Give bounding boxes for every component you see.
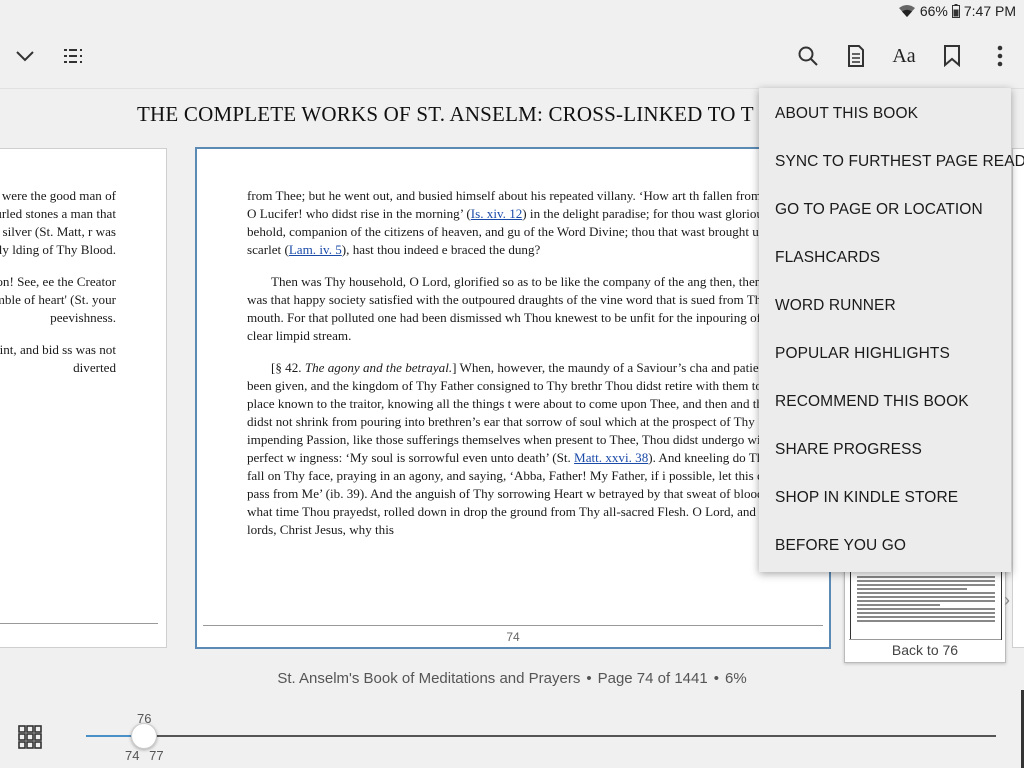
menu-item-go-to-page[interactable]: GO TO PAGE OR LOCATION <box>775 201 983 219</box>
bookmark-icon[interactable] <box>938 42 966 70</box>
paragraph-1: from Thee; but he went out, and busied h… <box>247 187 807 259</box>
previous-page-paragraph: an of God, why sigh r what insults were … <box>0 188 116 257</box>
status-right: 66% 7:47 PM <box>898 3 1016 19</box>
back-to-page-label: Back to 76 <box>845 640 1005 658</box>
font-label: Aa <box>892 44 916 67</box>
chevron-down-icon[interactable] <box>11 42 39 70</box>
page-slider-handle[interactable] <box>131 723 157 749</box>
current-page-text: from Thee; but he went out, and busied h… <box>247 187 807 553</box>
battery-icon <box>951 4 960 18</box>
back-to-page-thumbnail[interactable]: Back to 76 <box>844 560 1006 663</box>
toc-icon[interactable] <box>59 42 87 70</box>
previous-page-paragraph: ing openly to detect a kind hint, and bi… <box>0 342 116 375</box>
previous-page[interactable]: an of God, why sigh r what insults were … <box>0 148 167 648</box>
paragraph-3: [§ 42. The agony and the betrayal.] When… <box>247 359 807 539</box>
thumbnail-text-lines <box>857 576 995 624</box>
slider-left-label: 74 <box>125 748 140 763</box>
scripture-link[interactable]: Matt. xxvi. 38 <box>574 450 648 465</box>
page-info: Page 74 of 1441 <box>597 670 708 687</box>
menu-item-shop-kindle-store[interactable]: SHOP IN KINDLE STORE <box>775 489 958 507</box>
slider-range-label: 74 77 <box>125 748 164 763</box>
percent-read: 6% <box>724 670 747 687</box>
text-run: ), hast thou indeed e braced the dung? <box>341 242 541 257</box>
menu-item-before-you-go[interactable]: BEFORE YOU GO <box>775 537 906 555</box>
battery-percent: 66% <box>919 3 948 19</box>
menu-item-popular-highlights[interactable]: POPULAR HIGHLIGHTS <box>775 345 950 363</box>
status-bar: 66% 7:47 PM <box>0 0 1024 24</box>
wifi-icon <box>898 5 915 17</box>
text-run: [§ 42. <box>271 360 305 375</box>
chevron-right-icon: › <box>1004 590 1010 610</box>
next-page[interactable] <box>1012 148 1024 648</box>
search-icon[interactable] <box>794 42 822 70</box>
clock: 7:47 PM <box>963 3 1016 19</box>
menu-item-share-progress[interactable]: SHARE PROGRESS <box>775 441 922 459</box>
book-name: St. Anselm's Book of Meditations and Pra… <box>277 670 581 687</box>
previous-page-paragraph: onceit still lifts you moderately on! Se… <box>0 274 116 325</box>
menu-item-sync-furthest-page[interactable]: SYNC TO FURTHEST PAGE READ <box>775 153 1024 171</box>
paragraph-2: Then was Thy household, O Lord, glorifie… <box>247 274 796 343</box>
separator-dot: • <box>586 670 592 687</box>
page-footer-rule <box>0 623 158 624</box>
more-vert-icon[interactable] <box>986 42 1014 70</box>
menu-item-recommend-this-book[interactable]: RECOMMEND THIS BOOK <box>775 393 969 411</box>
notes-icon[interactable] <box>842 42 870 70</box>
section-heading: The agony and the betrayal. <box>304 360 453 375</box>
scripture-link[interactable]: Lam. iv. 5 <box>289 242 342 257</box>
font-icon[interactable]: Aa <box>890 42 918 70</box>
separator-dot: • <box>713 670 719 687</box>
current-page[interactable]: from Thee; but he went out, and busied h… <box>195 147 831 649</box>
previous-page-text: an of God, why sigh r what insults were … <box>0 187 116 391</box>
menu-item-about-this-book[interactable]: ABOUT THIS BOOK <box>775 105 918 123</box>
reader-toolbar: Aa <box>0 24 1024 88</box>
slider-marker-label: 76 <box>137 711 152 726</box>
menu-item-flashcards[interactable]: FLASHCARDS <box>775 249 880 267</box>
menu-item-word-runner[interactable]: WORD RUNNER <box>775 297 896 315</box>
page-footer-rule <box>203 625 823 626</box>
grid-icon[interactable] <box>18 725 42 749</box>
page-number: 74 <box>506 630 520 644</box>
reading-progress-info: St. Anselm's Book of Meditations and Pra… <box>0 670 1024 687</box>
scripture-link[interactable]: Is. xiv. 12 <box>471 206 523 221</box>
page-slider-track[interactable] <box>86 735 996 737</box>
book-title: THE COMPLETE WORKS OF ST. ANSELM: CROSS-… <box>137 102 754 126</box>
slider-right-label: 77 <box>149 748 164 763</box>
overflow-menu: ABOUT THIS BOOK SYNC TO FURTHEST PAGE RE… <box>759 88 1024 572</box>
